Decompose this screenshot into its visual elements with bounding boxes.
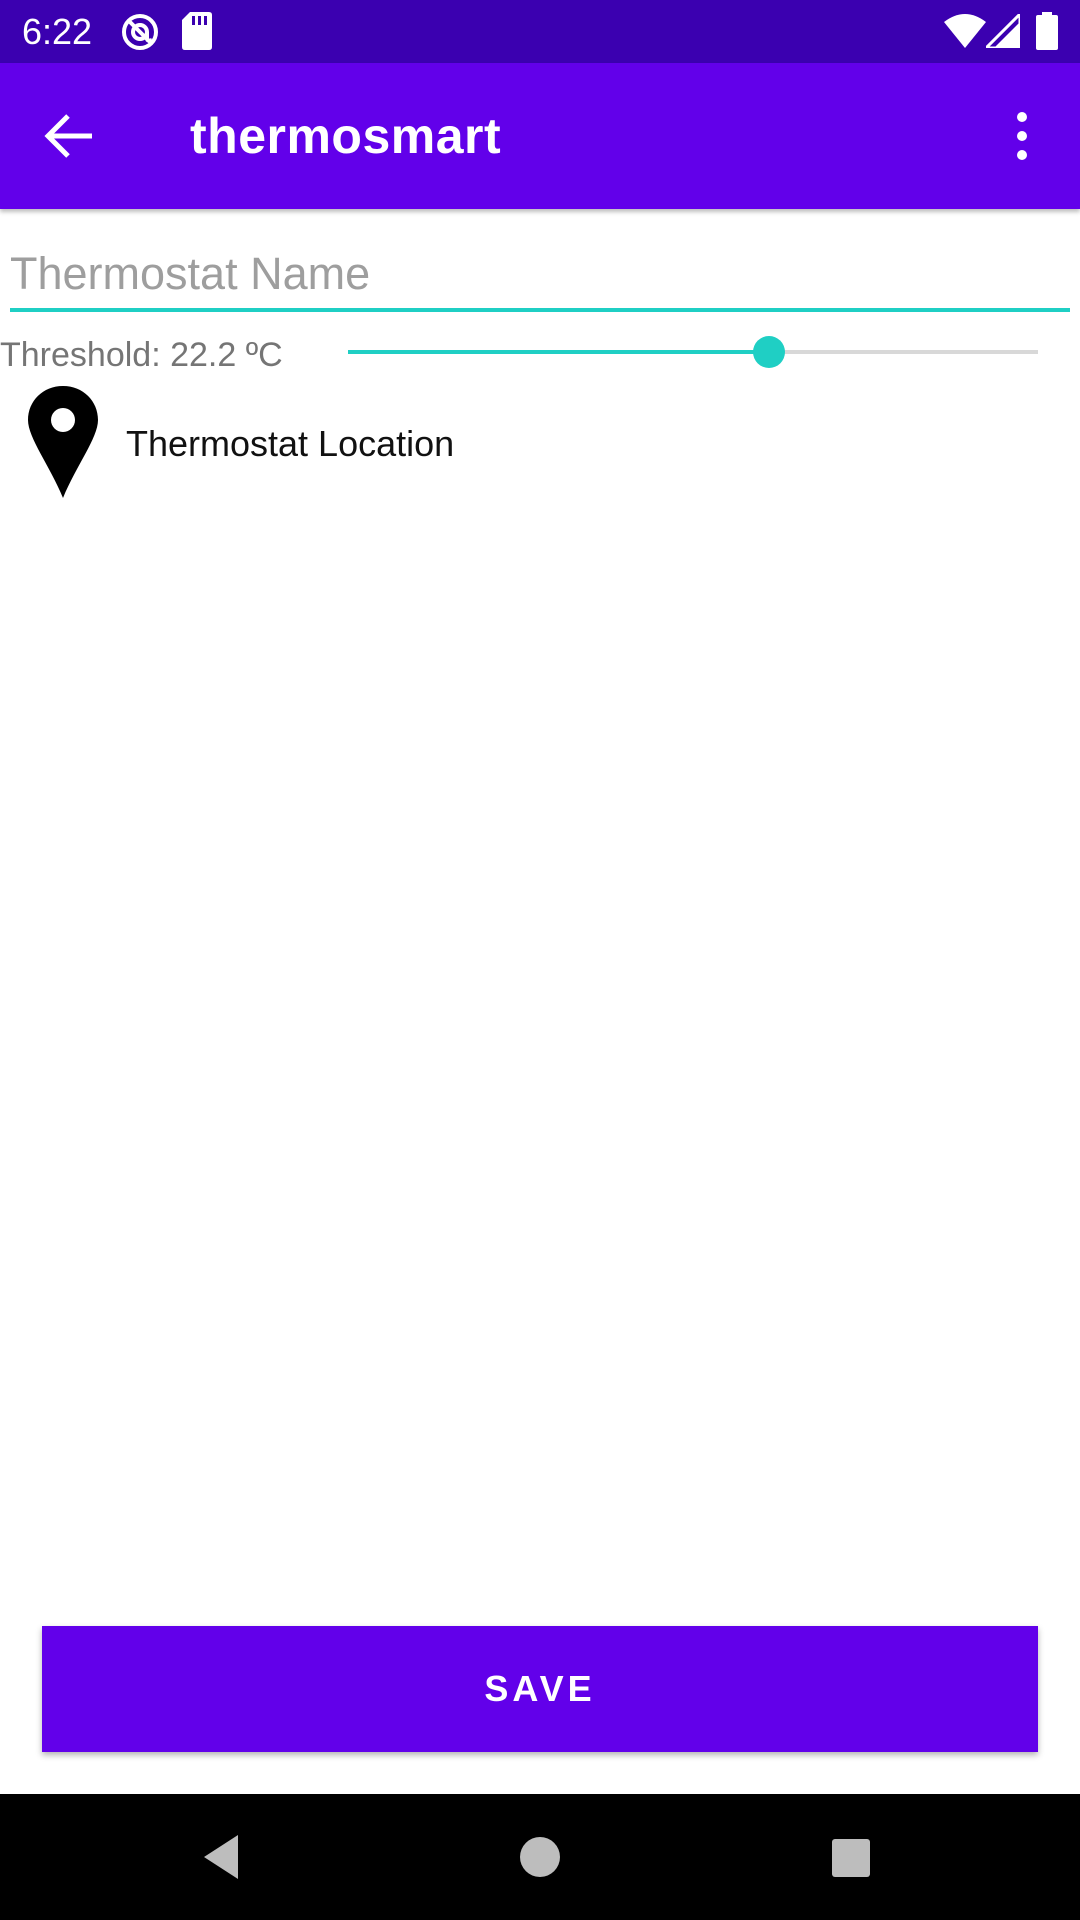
map-pin-icon [28, 386, 98, 498]
more-vertical-icon [1017, 112, 1027, 160]
sd-card-icon [182, 12, 212, 50]
location-row[interactable]: Thermostat Location [0, 380, 1080, 500]
app-bar: thermosmart [0, 63, 1080, 209]
location-label: Thermostat Location [126, 423, 455, 464]
threshold-label: Threshold: 22.2 ºC [0, 336, 283, 374]
nav-home-button[interactable] [510, 1827, 570, 1887]
threshold-slider[interactable] [348, 330, 1038, 374]
slider-thumb[interactable] [752, 336, 785, 368]
recents-square-icon [832, 1839, 870, 1877]
at-sign-icon [120, 12, 160, 52]
thermostat-name-input[interactable] [10, 240, 1070, 312]
nav-back-button[interactable] [196, 1827, 256, 1887]
status-time: 6:22 [22, 11, 93, 52]
arrow-back-icon [44, 114, 92, 158]
overflow-menu-button[interactable] [1000, 104, 1044, 168]
save-button[interactable]: SAVE [42, 1626, 1038, 1752]
nav-recents-button[interactable] [820, 1827, 880, 1887]
nav-bar [0, 1794, 1080, 1920]
slider-fill [348, 350, 769, 354]
home-circle-icon [520, 1837, 560, 1877]
wifi-icon [944, 14, 986, 48]
app-title: thermosmart [190, 108, 502, 164]
back-triangle-icon [204, 1835, 238, 1879]
status-bar: 6:22 [0, 0, 1080, 63]
battery-icon [1036, 12, 1058, 50]
cell-signal-icon [986, 14, 1020, 48]
back-button[interactable] [36, 104, 100, 168]
